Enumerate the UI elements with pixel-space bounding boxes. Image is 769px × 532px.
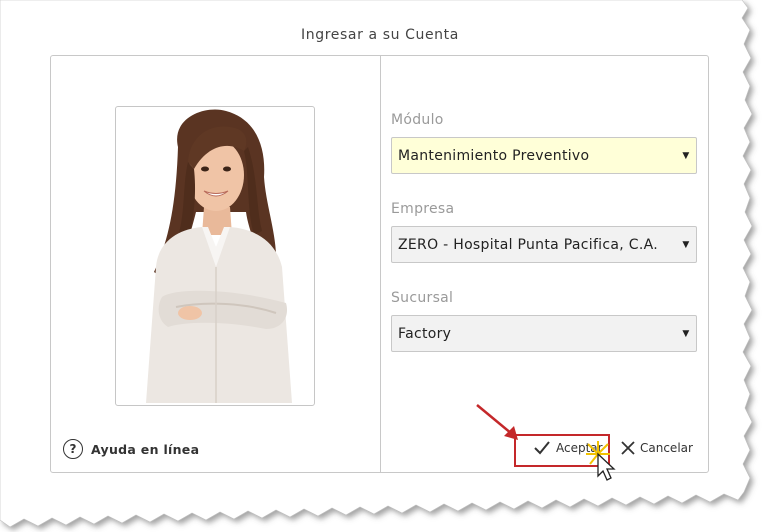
branch-label: Sucursal xyxy=(391,290,454,306)
branch-select[interactable]: Factory ▼ xyxy=(391,315,697,352)
branch-value: Factory xyxy=(398,325,452,342)
online-help-label: Ayuda en línea xyxy=(91,441,200,457)
woman-portrait-image xyxy=(146,109,292,403)
login-dialog: ? Ayuda en línea Módulo Mantenimiento Pr… xyxy=(50,55,709,473)
dropdown-arrow-icon: ▼ xyxy=(682,150,690,161)
company-value: ZERO - Hospital Punta Pacifica, C.A. xyxy=(398,236,658,253)
panel-divider xyxy=(380,56,381,472)
module-select[interactable]: Mantenimiento Preventivo ▼ xyxy=(391,137,697,174)
cancel-button[interactable]: Cancelar xyxy=(617,433,697,463)
cancel-label: Cancelar xyxy=(640,441,693,455)
mouse-cursor-icon xyxy=(586,441,616,481)
user-photo xyxy=(115,106,315,406)
close-icon xyxy=(621,441,635,455)
module-value: Mantenimiento Preventivo xyxy=(398,147,590,164)
module-label: Módulo xyxy=(391,112,444,128)
company-label: Empresa xyxy=(391,201,455,217)
dropdown-arrow-icon: ▼ xyxy=(682,239,690,250)
question-circle-icon: ? xyxy=(63,439,83,459)
dropdown-arrow-icon: ▼ xyxy=(682,328,690,339)
annotation-arrow-icon xyxy=(476,404,518,440)
dialog-title: Ingresar a su Cuenta xyxy=(301,27,459,43)
company-select[interactable]: ZERO - Hospital Punta Pacifica, C.A. ▼ xyxy=(391,226,697,263)
online-help-link[interactable]: ? Ayuda en línea xyxy=(63,439,199,459)
